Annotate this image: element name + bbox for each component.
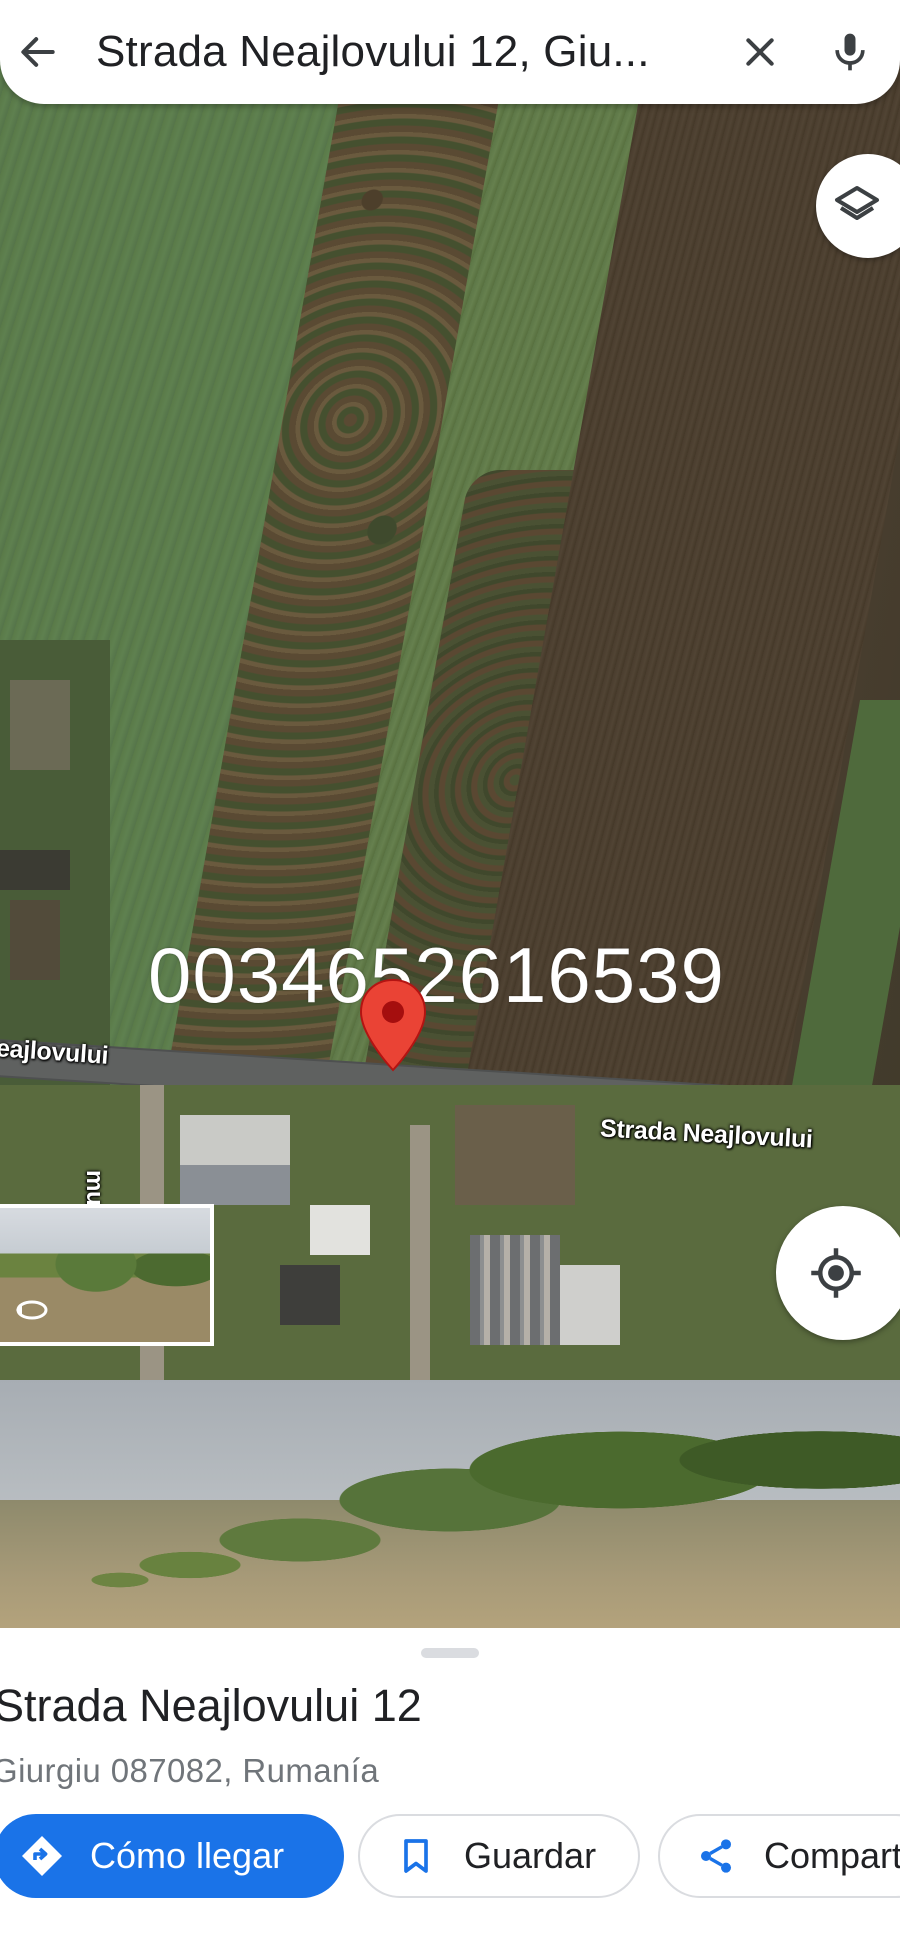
back-button[interactable] <box>0 2 76 102</box>
maps-screen: eajlovului Strada Neajlovului mului 0034… <box>0 0 900 1950</box>
place-title: Strada Neajlovului 12 <box>0 1680 422 1731</box>
street-view-rotate-icon <box>16 1300 48 1320</box>
street-view-thumbnail[interactable] <box>0 1204 214 1346</box>
satellite-map[interactable]: eajlovului Strada Neajlovului mului 0034… <box>0 0 900 1380</box>
location-pin-icon[interactable] <box>358 978 428 1072</box>
mic-icon <box>835 33 865 71</box>
directions-icon <box>16 1830 68 1882</box>
place-sheet[interactable]: Strada Neajlovului 12 Giurgiu 087082, Ru… <box>0 1628 900 1950</box>
my-location-button[interactable] <box>776 1206 900 1340</box>
share-label: Compartir <box>764 1835 900 1876</box>
sheet-drag-handle[interactable] <box>421 1648 479 1658</box>
voice-search-button[interactable] <box>800 2 900 102</box>
bookmark-icon <box>390 1830 442 1882</box>
save-button[interactable]: Guardar <box>358 1814 640 1898</box>
layers-icon <box>835 186 879 220</box>
share-icon <box>690 1830 742 1882</box>
save-label: Guardar <box>464 1835 597 1876</box>
clear-search-button[interactable] <box>720 2 800 102</box>
share-button[interactable]: Compartir <box>658 1814 900 1898</box>
search-bar[interactable]: Strada Neajlovului 12, Giu... <box>0 0 900 104</box>
my-location-icon <box>811 1248 861 1298</box>
search-input[interactable]: Strada Neajlovului 12, Giu... <box>76 27 720 77</box>
photo-trees <box>0 1380 900 1628</box>
directions-button[interactable]: Cómo llegar <box>0 1814 344 1898</box>
arrow-back-icon <box>21 37 55 67</box>
action-chips: Cómo llegar Guardar Compar <box>0 1814 900 1902</box>
close-icon <box>746 38 774 66</box>
map-houses-left <box>0 640 110 1100</box>
place-address: Giurgiu 087082, Rumanía <box>0 1752 380 1789</box>
overlay-phone-number: 0034652616539 <box>148 931 725 1020</box>
place-photo[interactable] <box>0 1380 900 1628</box>
directions-label: Cómo llegar <box>90 1835 285 1876</box>
